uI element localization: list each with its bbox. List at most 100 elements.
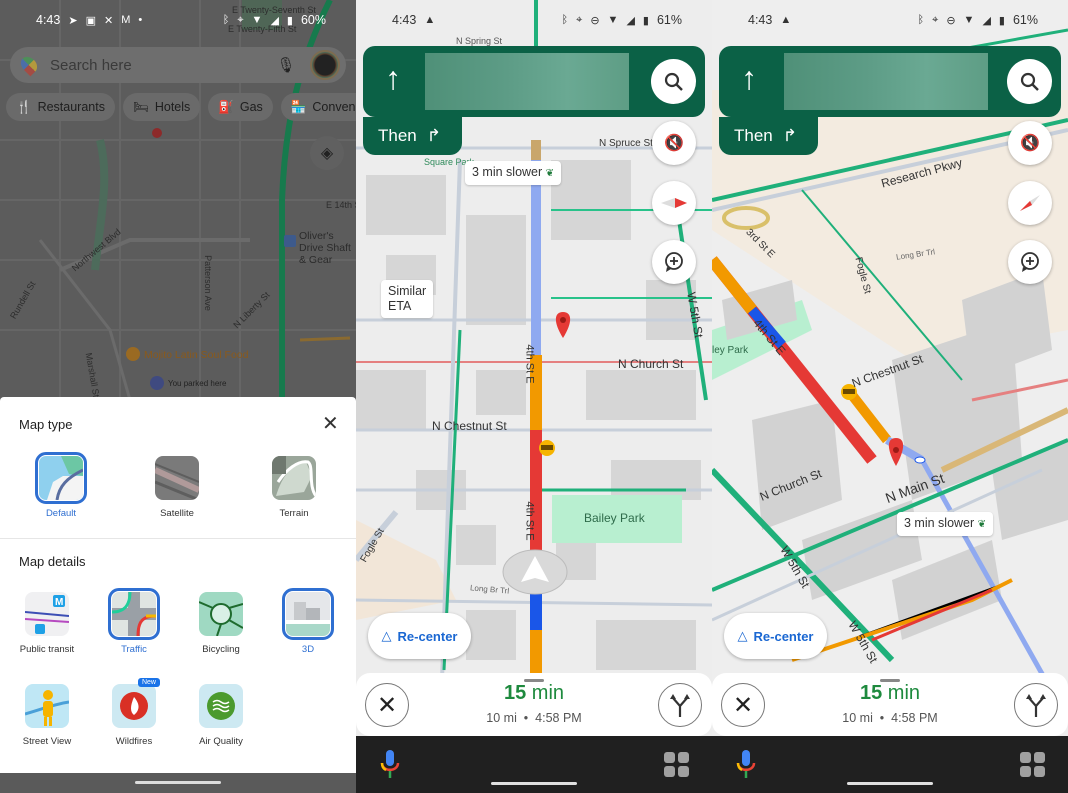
eta-unit: min [531, 682, 565, 704]
callout-text: 3 min slower [904, 516, 975, 530]
detail-label: Street View [22, 736, 72, 747]
voice-assistant-button[interactable] [736, 750, 756, 785]
svg-text:M: M [55, 597, 63, 608]
navigation-arrow-icon: △ [737, 628, 748, 643]
detail-label: Bicycling [202, 644, 240, 655]
close-button[interactable]: ✕ [322, 411, 339, 436]
alt-route-callout[interactable]: 3 min slower ❦ [897, 512, 994, 536]
poi-label[interactable]: Mojito Latin Soul Food [144, 349, 248, 361]
poi-label[interactable]: You parked here [168, 379, 226, 388]
compass-icon [661, 198, 687, 208]
telegram-icon: ➤ [68, 14, 78, 27]
alternate-routes-button[interactable] [658, 683, 702, 727]
layers-button[interactable]: ◈ [310, 136, 344, 170]
news-icon: ▣ [85, 14, 96, 27]
alternate-routes-button[interactable] [1014, 683, 1058, 727]
microphone-icon[interactable]: 🎙 [274, 56, 298, 74]
map-type-terrain[interactable]: Terrain [254, 456, 334, 519]
do-not-disturb-icon: ⊖ [590, 14, 600, 27]
navigation-icon: ▲ [424, 14, 436, 26]
search-input[interactable]: Search here [50, 57, 274, 74]
detail-traffic[interactable]: Traffic [94, 588, 174, 655]
street-label: 4th St E [523, 501, 536, 541]
status-bar: 4:43 ▲ ᛒ ⌖ ⊖ ▼ ◢ ▮ 61% [356, 0, 712, 40]
eta-minutes: 15 [859, 682, 883, 704]
chip-label: Gas [239, 100, 263, 114]
sound-off-icon: 🔇 [1020, 135, 1040, 152]
layers-icon: ◈ [320, 145, 334, 162]
bottom-bar [712, 736, 1068, 793]
map-type-title: Map type [19, 417, 73, 432]
mute-button[interactable]: 🔇 [652, 121, 696, 165]
detail-street-view[interactable]: Street View [7, 684, 87, 747]
trip-summary[interactable]: ✕ 15 min 10 mi • 4:58 PM [356, 673, 712, 736]
chip-label: Hotels [154, 100, 191, 114]
mute-button[interactable]: 🔇 [1008, 121, 1052, 165]
callout-text: 3 min slower [472, 165, 543, 179]
street-label: N Church St [618, 357, 684, 371]
chip-gas[interactable]: ⛽ Gas [208, 93, 273, 121]
report-button[interactable] [652, 240, 696, 284]
detail-label: 3D [301, 644, 315, 655]
battery-percent: 60% [300, 13, 326, 27]
location-icon: ⌖ [576, 13, 583, 26]
battery-percent: 61% [1012, 13, 1038, 27]
poi-label[interactable]: Oliver's Drive Shaft & Gear [299, 230, 356, 266]
clock: 4:43 [392, 13, 417, 27]
trip-summary[interactable]: ✕ 15 min 10 mi • 4:58 PM [712, 673, 1068, 736]
do-not-disturb-icon: ⊖ [946, 14, 956, 27]
gesture-bar [0, 773, 356, 793]
map-type-satellite[interactable]: Satellite [137, 456, 217, 519]
detail-label: Public transit [19, 644, 75, 655]
apps-grid-button[interactable] [664, 752, 689, 777]
map-type-label: Satellite [160, 508, 194, 519]
search-bar[interactable]: Search here 🎙 [10, 47, 346, 83]
detail-3d[interactable]: 3D [268, 588, 348, 655]
detail-public-transit[interactable]: M Public transit [7, 592, 87, 655]
home-indicator[interactable] [491, 782, 577, 785]
transit-thumbnail: M [25, 592, 69, 636]
chip-convenience[interactable]: 🏪 Convenience [280, 93, 356, 121]
compass-icon [1020, 195, 1040, 211]
chip-label: Convenience [312, 100, 356, 114]
search-icon [1020, 72, 1039, 91]
detail-bicycling[interactable]: Bicycling [181, 592, 261, 655]
search-button[interactable] [651, 59, 696, 104]
callout-text: Similar [388, 284, 427, 298]
recenter-button[interactable]: △ Re-center [368, 613, 471, 659]
avatar[interactable] [310, 50, 340, 80]
map-type-default[interactable]: Default [21, 452, 101, 519]
recenter-button[interactable]: △ Re-center [724, 613, 827, 659]
eta-minutes: 15 [503, 682, 527, 704]
gas-icon: ⛽ [218, 99, 234, 114]
detail-label: Traffic [121, 644, 147, 655]
battery-icon: ▮ [286, 14, 293, 27]
terrain-thumbnail [272, 456, 316, 500]
compass-button[interactable] [1008, 181, 1052, 225]
detail-wildfires[interactable]: New Wildfires [94, 678, 174, 747]
home-indicator[interactable] [135, 781, 221, 784]
home-indicator[interactable] [847, 782, 933, 785]
gmail-icon: M [121, 14, 131, 26]
report-button[interactable] [1008, 240, 1052, 284]
turn-instruction-card[interactable]: ↑ [719, 46, 1061, 117]
chip-hotels[interactable]: 🛏 Hotels [122, 93, 201, 121]
add-report-icon [665, 252, 683, 272]
then-label: Then [378, 126, 417, 145]
alt-route-callout[interactable]: 3 min slower ❦ [465, 161, 562, 185]
map-type-screen: E Twenty-Seventh St E Twenty-Fifth St No… [0, 0, 356, 793]
hotel-icon: 🛏 [132, 99, 149, 114]
eco-leaf-icon: ❦ [977, 519, 987, 530]
apps-grid-button[interactable] [1020, 752, 1045, 777]
arrival-time: 4:58 PM [535, 711, 582, 725]
search-button[interactable] [1007, 59, 1052, 104]
alt-route-callout[interactable]: Similar ETA [381, 280, 434, 318]
street-label: N Spring St [456, 36, 503, 46]
map-label: Patterson Ave [202, 255, 213, 311]
wifi-icon: ▼ [251, 14, 263, 26]
compass-button[interactable] [652, 181, 696, 225]
chip-restaurants[interactable]: 🍴 Restaurants [6, 93, 115, 121]
turn-instruction-card[interactable]: ↑ [363, 46, 705, 117]
voice-assistant-button[interactable] [380, 750, 400, 785]
detail-air-quality[interactable]: Air Quality [181, 684, 261, 747]
